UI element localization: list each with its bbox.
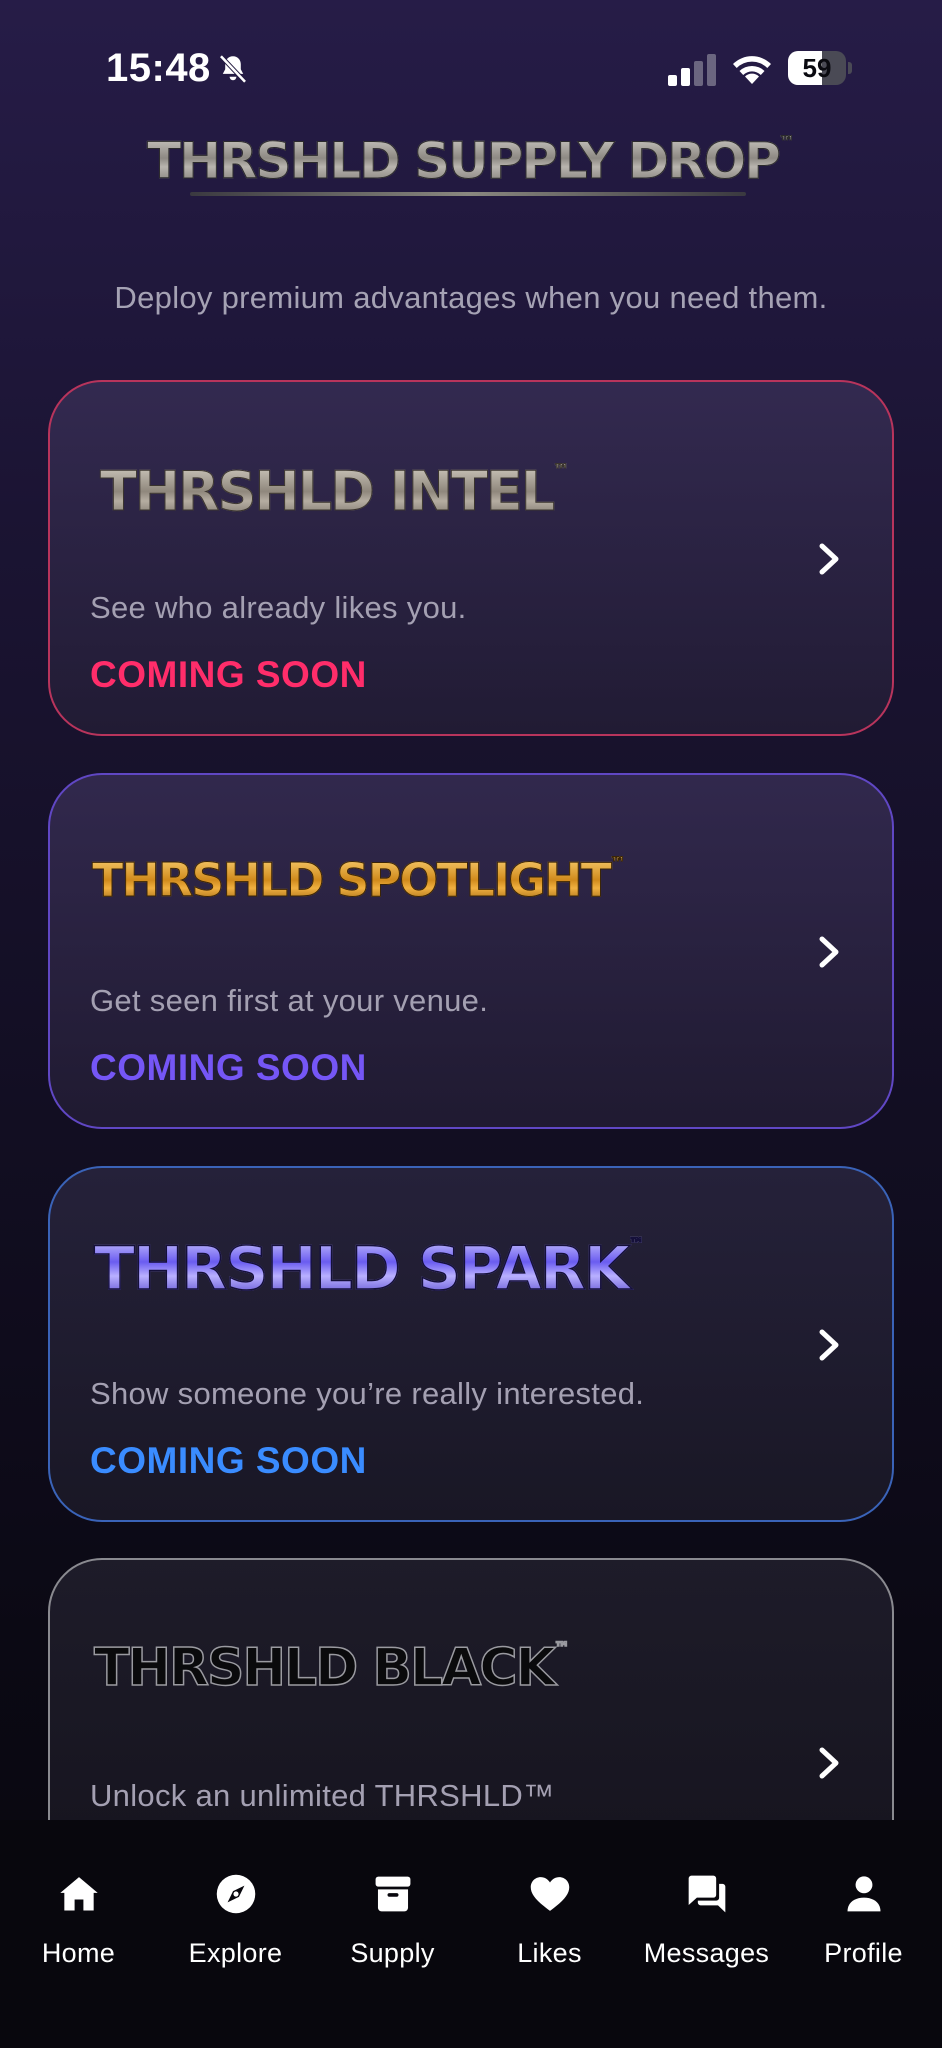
chevron-right-icon [819,543,839,575]
black-logo: THRSHLD BLACK™ [93,1637,571,1699]
chevron-right-icon [819,1329,839,1361]
black-description: Unlock an unlimited THRSHLD™ [90,1778,555,1813]
person-icon [847,1876,880,1912]
chevron-right-icon [819,1747,839,1779]
tab-likes-label: Likes [517,1938,582,1968]
compass-icon [216,1874,255,1914]
chat-bubbles-icon [688,1875,725,1913]
tab-supply[interactable]: Supply [314,1850,471,1970]
supply-drop-logo: THRSHLD SUPPLY DROP™ [0,132,942,191]
battery-icon: 59 [788,51,852,85]
battery-body: 59 [788,51,846,85]
tab-supply-label: Supply [350,1938,435,1968]
card-thrshld-spark[interactable]: THRSHLD SPARK™ Show someone you’re reall… [48,1166,894,1522]
tab-home[interactable]: Home [0,1850,157,1970]
intel-logo-text: THRSHLD INTEL [99,460,555,524]
card-thrshld-intel[interactable]: THRSHLD INTEL™ See who already likes you… [48,380,894,736]
spark-description: Show someone you’re really interested. [90,1376,645,1411]
supply-drop-logo-text: THRSHLD SUPPLY DROP [147,132,782,191]
logo-underline [190,192,746,196]
status-time: 15:48 [106,46,211,90]
black-logo-tm: ™ [553,1637,571,1658]
intel-description: See who already likes you. [90,590,467,625]
intel-logo: THRSHLD INTEL™ [99,460,570,524]
signal-icon [668,54,716,86]
bell-slash-icon [219,54,247,84]
spark-logo-tm: ™ [628,1233,646,1254]
tab-messages[interactable]: Messages [628,1850,785,1970]
intel-logo-tm: ™ [553,460,570,480]
spotlight-logo-text: THRSHLD SPOTLIGHT [92,853,613,908]
page-subtitle: Deploy premium advantages when you need … [114,280,828,315]
tab-likes[interactable]: Likes [471,1850,628,1970]
spotlight-description: Get seen first at your venue. [90,983,489,1018]
tab-profile[interactable]: Profile [785,1850,942,1970]
battery-label: 59 [802,53,832,83]
heart-icon [530,1877,569,1911]
tab-profile-label: Profile [824,1938,903,1968]
black-logo-text: THRSHLD BLACK [93,1637,556,1699]
spark-logo: THRSHLD SPARK™ [93,1233,646,1305]
tab-home-label: Home [41,1938,116,1968]
spark-status: COMING SOON [90,1440,367,1481]
tab-messages-label: Messages [643,1938,770,1968]
archive-box-icon [375,1876,410,1912]
chevron-right-icon [819,936,839,968]
spotlight-status: COMING SOON [90,1047,367,1088]
spotlight-logo: THRSHLD SPOTLIGHT™ [92,853,627,908]
tab-explore-label: Explore [188,1938,283,1968]
intel-status: COMING SOON [90,654,367,695]
card-thrshld-spotlight[interactable]: THRSHLD SPOTLIGHT™ Get seen first at you… [48,773,894,1129]
status-bar: 15:48 59 [0,0,942,130]
supply-drop-logo-tm: ™ [778,132,795,152]
tab-bar: Home Explore Supply Likes Messages Profi… [0,1820,942,2048]
battery-cap [848,62,852,74]
spotlight-logo-tm: ™ [609,853,626,873]
wifi-icon [733,56,771,84]
home-icon [59,1877,98,1911]
tab-explore[interactable]: Explore [157,1850,314,1970]
spark-logo-text: THRSHLD SPARK [93,1233,631,1305]
